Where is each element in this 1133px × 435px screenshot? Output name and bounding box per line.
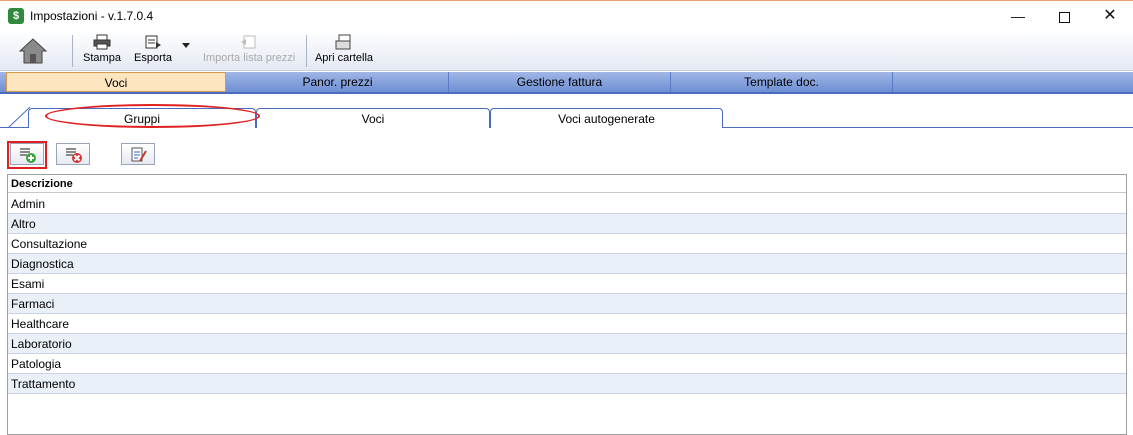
esporta-button[interactable]: Esporta <box>132 34 174 68</box>
home-icon[interactable] <box>18 37 48 65</box>
table-row[interactable]: Admin <box>8 194 1126 214</box>
app-icon: $ <box>8 8 24 24</box>
add-icon <box>20 148 36 163</box>
window-title: Impostazioni - v.1.7.0.4 <box>30 9 154 23</box>
export-icon <box>145 35 161 49</box>
printer-icon <box>93 34 111 50</box>
add-group-button[interactable] <box>10 143 44 165</box>
delete-icon <box>66 148 82 163</box>
subtab-voci[interactable]: Voci <box>256 108 490 128</box>
toolbar-separator <box>306 35 307 67</box>
title-bar: $ Impostazioni - v.1.7.0.4 — ✕ <box>0 0 1133 31</box>
delete-group-button[interactable] <box>56 143 90 165</box>
table-row[interactable]: Diagnostica <box>8 254 1126 274</box>
toolbar: Stampa Esporta Importa lista prezzi Apri… <box>0 31 1133 71</box>
esporta-dropdown-icon[interactable] <box>182 43 190 48</box>
table-row[interactable]: Esami <box>8 274 1126 294</box>
table-row[interactable]: Consultazione <box>8 234 1126 254</box>
import-icon <box>241 35 256 49</box>
tab-voci[interactable]: Voci <box>6 72 226 92</box>
maximize-button[interactable] <box>1041 1 1087 31</box>
groups-table: Descrizione Admin Altro Consultazione Di… <box>7 174 1127 435</box>
subtab-voci-autogenerate[interactable]: Voci autogenerate <box>490 108 723 128</box>
close-button[interactable]: ✕ <box>1087 1 1133 31</box>
tab-template-doc[interactable]: Template doc. <box>671 72 893 92</box>
stampa-button[interactable]: Stampa <box>82 34 122 68</box>
edit-icon <box>131 147 147 162</box>
table-row[interactable]: Laboratorio <box>8 334 1126 354</box>
table-row[interactable]: Trattamento <box>8 374 1126 394</box>
table-row[interactable]: Altro <box>8 214 1126 234</box>
main-tab-strip: Voci Panor. prezzi Gestione fattura Temp… <box>0 72 1133 94</box>
toolbar-separator <box>72 35 73 67</box>
table-row[interactable]: Farmaci <box>8 294 1126 314</box>
edit-group-button[interactable] <box>121 143 155 165</box>
tab-gestione-fattura[interactable]: Gestione fattura <box>449 72 671 92</box>
table-row[interactable]: Healthcare <box>8 314 1126 334</box>
importa-lista-prezzi-button[interactable]: Importa lista prezzi <box>202 34 296 68</box>
apri-cartella-button[interactable]: Apri cartella <box>314 34 374 68</box>
subtab-gruppi[interactable]: Gruppi <box>28 108 256 128</box>
table-row[interactable]: Patologia <box>8 354 1126 374</box>
folder-icon <box>335 34 351 50</box>
column-header-descrizione[interactable]: Descrizione <box>8 175 1126 193</box>
maximize-icon <box>1058 11 1070 23</box>
minimize-button[interactable]: — <box>995 1 1041 31</box>
tab-panor-prezzi[interactable]: Panor. prezzi <box>227 72 449 92</box>
sub-tab-strip: Gruppi Voci Voci autogenerate <box>0 106 1133 128</box>
